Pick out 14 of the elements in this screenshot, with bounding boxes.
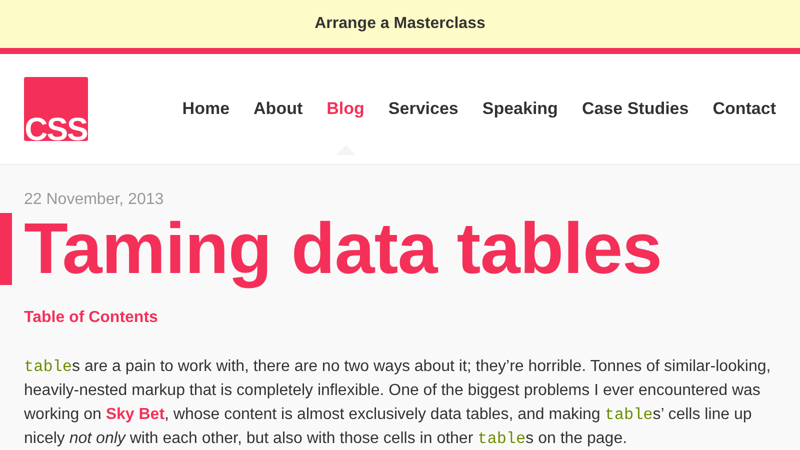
nav-link[interactable]: Services [388,99,458,119]
nav-link[interactable]: Contact [712,99,776,119]
nav-link[interactable]: Case Studies [582,99,689,119]
nav-link[interactable]: Blog [326,99,364,119]
title-accent-bar [0,213,12,285]
post-date: 22 November, 2013 [24,191,165,209]
nav-link[interactable]: About [254,99,303,119]
nav-link[interactable]: Speaking [482,99,558,119]
table-of-contents-link[interactable]: Table of Contents [24,309,158,327]
logo[interactable]: CSS [24,77,88,141]
masterclass-link[interactable]: Arrange a Masterclass [314,15,486,33]
sky-bet-link[interactable]: Sky Bet [106,406,165,423]
article-paragraph: tables are a pain to work with, there are no two ways about it; they’re horrible. Tonnes of similar-looking, heavily-nested markup that is completely inflexible. One of the biggest problems I ever encountered was working on Sky Bet, whose content is almost exclusively data tables, and making tables’ cells line up nicely not only with each other, but also with those cells in other tables on the page. [24,357,772,450]
nav-link[interactable]: Home [182,99,230,119]
